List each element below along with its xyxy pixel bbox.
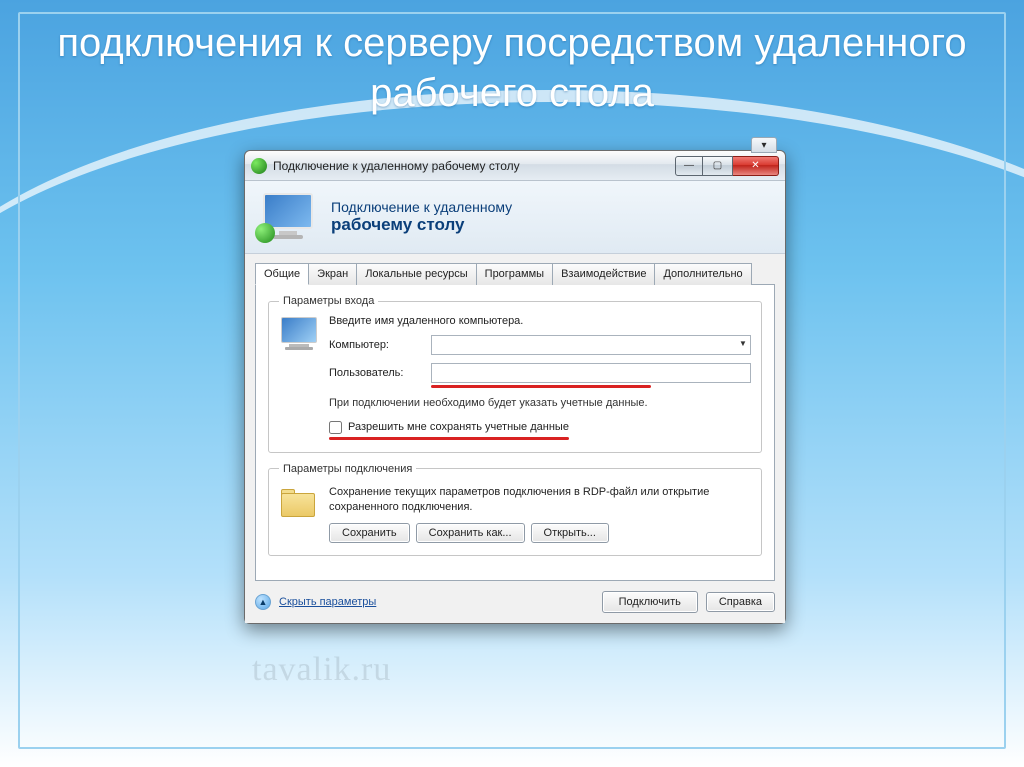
app-icon: [251, 158, 267, 174]
highlight-underline-checkbox: [329, 437, 569, 440]
login-legend: Параметры входа: [279, 295, 378, 307]
save-as-button[interactable]: Сохранить как...: [416, 523, 525, 543]
save-credentials-checkbox[interactable]: [329, 421, 342, 434]
folder-icon: [279, 487, 319, 527]
user-input[interactable]: [431, 363, 751, 383]
help-button[interactable]: Справка: [706, 592, 775, 612]
connection-legend: Параметры подключения: [279, 463, 416, 475]
header-line2: рабочему столу: [331, 215, 512, 235]
client-area: Общие Экран Локальные ресурсы Программы …: [245, 254, 785, 623]
login-hint: Введите имя удаленного компьютера.: [329, 315, 751, 327]
user-label: Пользователь:: [329, 367, 423, 379]
close-icon: ✕: [751, 160, 759, 171]
tab-panel-general: Параметры входа Введите имя удаленного к…: [255, 284, 775, 581]
minimize-button[interactable]: —: [675, 156, 703, 176]
chevron-down-icon: ▾: [761, 140, 766, 151]
hide-options-label: Скрыть параметры: [279, 596, 376, 608]
credentials-note: При подключении необходимо будет указать…: [329, 396, 751, 411]
tab-advanced[interactable]: Дополнительно: [655, 263, 751, 285]
tab-strip: Общие Экран Локальные ресурсы Программы …: [255, 262, 775, 284]
close-button[interactable]: ✕: [733, 156, 779, 176]
dialog-header-text: Подключение к удаленному рабочему столу: [331, 199, 512, 235]
watermark-text: tavalik.ru: [252, 651, 391, 689]
connection-settings-group: Параметры подключения Сохранение текущих…: [268, 463, 762, 556]
computer-dropdown-arrow-icon[interactable]: ▼: [738, 338, 748, 348]
maximize-button[interactable]: ▢: [703, 156, 733, 176]
titlebar[interactable]: Подключение к удаленному рабочему столу …: [245, 151, 785, 181]
computer-label: Компьютер:: [329, 339, 423, 351]
hide-options-link[interactable]: Скрыть параметры: [279, 596, 376, 608]
collapse-options-icon[interactable]: ▲: [255, 594, 271, 610]
login-settings-group: Параметры входа Введите имя удаленного к…: [268, 295, 762, 453]
highlight-underline-user: [431, 385, 651, 388]
titlebar-dropdown-button[interactable]: ▾: [751, 137, 777, 153]
header-line1: Подключение к удаленному: [331, 199, 512, 215]
window-controls: — ▢ ✕: [675, 156, 779, 176]
tab-local-resources[interactable]: Локальные ресурсы: [357, 263, 476, 285]
window-title: Подключение к удаленному рабочему столу: [273, 159, 520, 173]
connect-button[interactable]: Подключить: [602, 591, 698, 613]
computer-icon: [279, 317, 319, 357]
slide-title: подключения к серверу посредством удален…: [0, 18, 1024, 118]
remote-desktop-icon: [259, 193, 317, 241]
computer-input[interactable]: [431, 335, 751, 355]
save-button[interactable]: Сохранить: [329, 523, 410, 543]
open-button[interactable]: Открыть...: [531, 523, 609, 543]
tab-experience[interactable]: Взаимодействие: [553, 263, 655, 285]
dialog-footer: ▲ Скрыть параметры Подключить Справка: [255, 591, 775, 613]
maximize-icon: ▢: [713, 160, 722, 171]
connection-description: Сохранение текущих параметров подключени…: [329, 485, 751, 515]
save-credentials-label: Разрешить мне сохранять учетные данные: [348, 421, 569, 433]
minimize-icon: —: [684, 160, 694, 171]
tab-programs[interactable]: Программы: [477, 263, 553, 285]
rdp-dialog-window: ▾ Подключение к удаленному рабочему стол…: [244, 150, 786, 624]
tab-display[interactable]: Экран: [309, 263, 357, 285]
tab-general[interactable]: Общие: [255, 263, 309, 285]
dialog-header: Подключение к удаленному рабочему столу: [245, 181, 785, 254]
